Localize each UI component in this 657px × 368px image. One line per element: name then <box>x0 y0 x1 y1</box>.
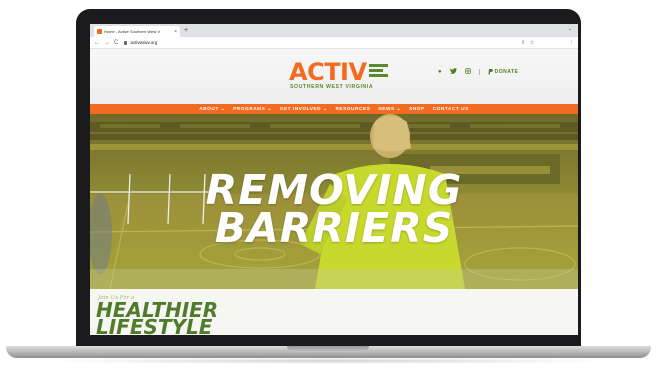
nav-item-about[interactable]: ABOUT ⌄ <box>199 107 225 112</box>
facebook-icon[interactable]: ● <box>438 69 442 75</box>
paypal-icon <box>488 69 493 75</box>
social-links: ● DONATE <box>438 68 518 76</box>
reload-icon[interactable]: C <box>114 40 118 46</box>
instagram-icon[interactable] <box>464 68 471 76</box>
share-icon[interactable]: ⇧ <box>521 40 526 46</box>
forward-icon[interactable]: → <box>104 40 110 46</box>
browser-tab[interactable]: Home - Active Southern West V × <box>94 26 180 37</box>
bookmark-star-icon[interactable]: ☆ <box>530 40 535 46</box>
main-nav: ABOUT ⌄ PROGRAMS ⌄ GET INVOLVED ⌄ RESOUR… <box>90 104 578 114</box>
site-logo[interactable]: ACTIV SOUTHERN WEST VIRGINIA <box>289 58 388 90</box>
logo-wordmark: ACTIV <box>289 58 367 86</box>
browser-toolbar: ← → C activeswv.org ⇧ ☆ ⋮ <box>90 37 578 49</box>
nav-item-resources[interactable]: RESOURCES <box>335 107 370 112</box>
laptop-shadow <box>40 358 617 364</box>
logo-subtitle: SOUTHERN WEST VIRGINIA <box>290 84 374 90</box>
laptop-mockup: Home - Active Southern West V × + ⌄ ← → … <box>0 0 657 368</box>
nav-item-get-involved[interactable]: GET INVOLVED ⌄ <box>280 107 328 112</box>
nav-item-shop[interactable]: SHOP <box>409 107 425 112</box>
url-text: activeswv.org <box>130 40 158 45</box>
laptop-base-notch <box>287 346 369 352</box>
nav-item-news[interactable]: NEWS ⌄ <box>378 107 401 112</box>
browser-menu-icon[interactable]: ⋮ <box>569 40 575 46</box>
lock-icon <box>124 40 128 45</box>
nav-item-programs[interactable]: PROGRAMS ⌄ <box>233 107 272 112</box>
browser-tab-strip: Home - Active Southern West V × + ⌄ <box>90 24 578 37</box>
nav-item-contact-us[interactable]: CONTACT US <box>433 107 469 112</box>
hero-banner: REMOVING BARRIERS <box>90 114 578 289</box>
site-header: ACTIV SOUTHERN WEST VIRGINIA <box>90 49 578 104</box>
close-tab-icon[interactable]: × <box>174 29 177 35</box>
donate-button[interactable]: DONATE <box>488 69 519 75</box>
divider <box>478 69 480 75</box>
hero-line-2: BARRIERS <box>214 204 454 252</box>
tab-search-icon[interactable]: ⌄ <box>568 26 572 32</box>
tab-title: Home - Active Southern West V <box>104 29 161 34</box>
laptop-screen: Home - Active Southern West V × + ⌄ ← → … <box>90 24 578 335</box>
section-title-line-2: LIFESTYLE <box>96 315 213 335</box>
hero-headline: REMOVING BARRIERS <box>90 170 578 252</box>
favicon-icon <box>97 29 102 34</box>
donate-label: DONATE <box>494 69 519 75</box>
new-tab-button[interactable]: + <box>184 26 188 35</box>
twitter-icon[interactable] <box>449 68 457 76</box>
intro-section: Join Us For a HEALTHIER LIFESTYLE <box>90 289 578 335</box>
logo-bars-icon <box>368 64 388 77</box>
section-title: HEALTHIER LIFESTYLE <box>96 300 218 335</box>
back-icon[interactable]: ← <box>94 40 100 46</box>
address-bar[interactable]: activeswv.org <box>122 39 517 47</box>
